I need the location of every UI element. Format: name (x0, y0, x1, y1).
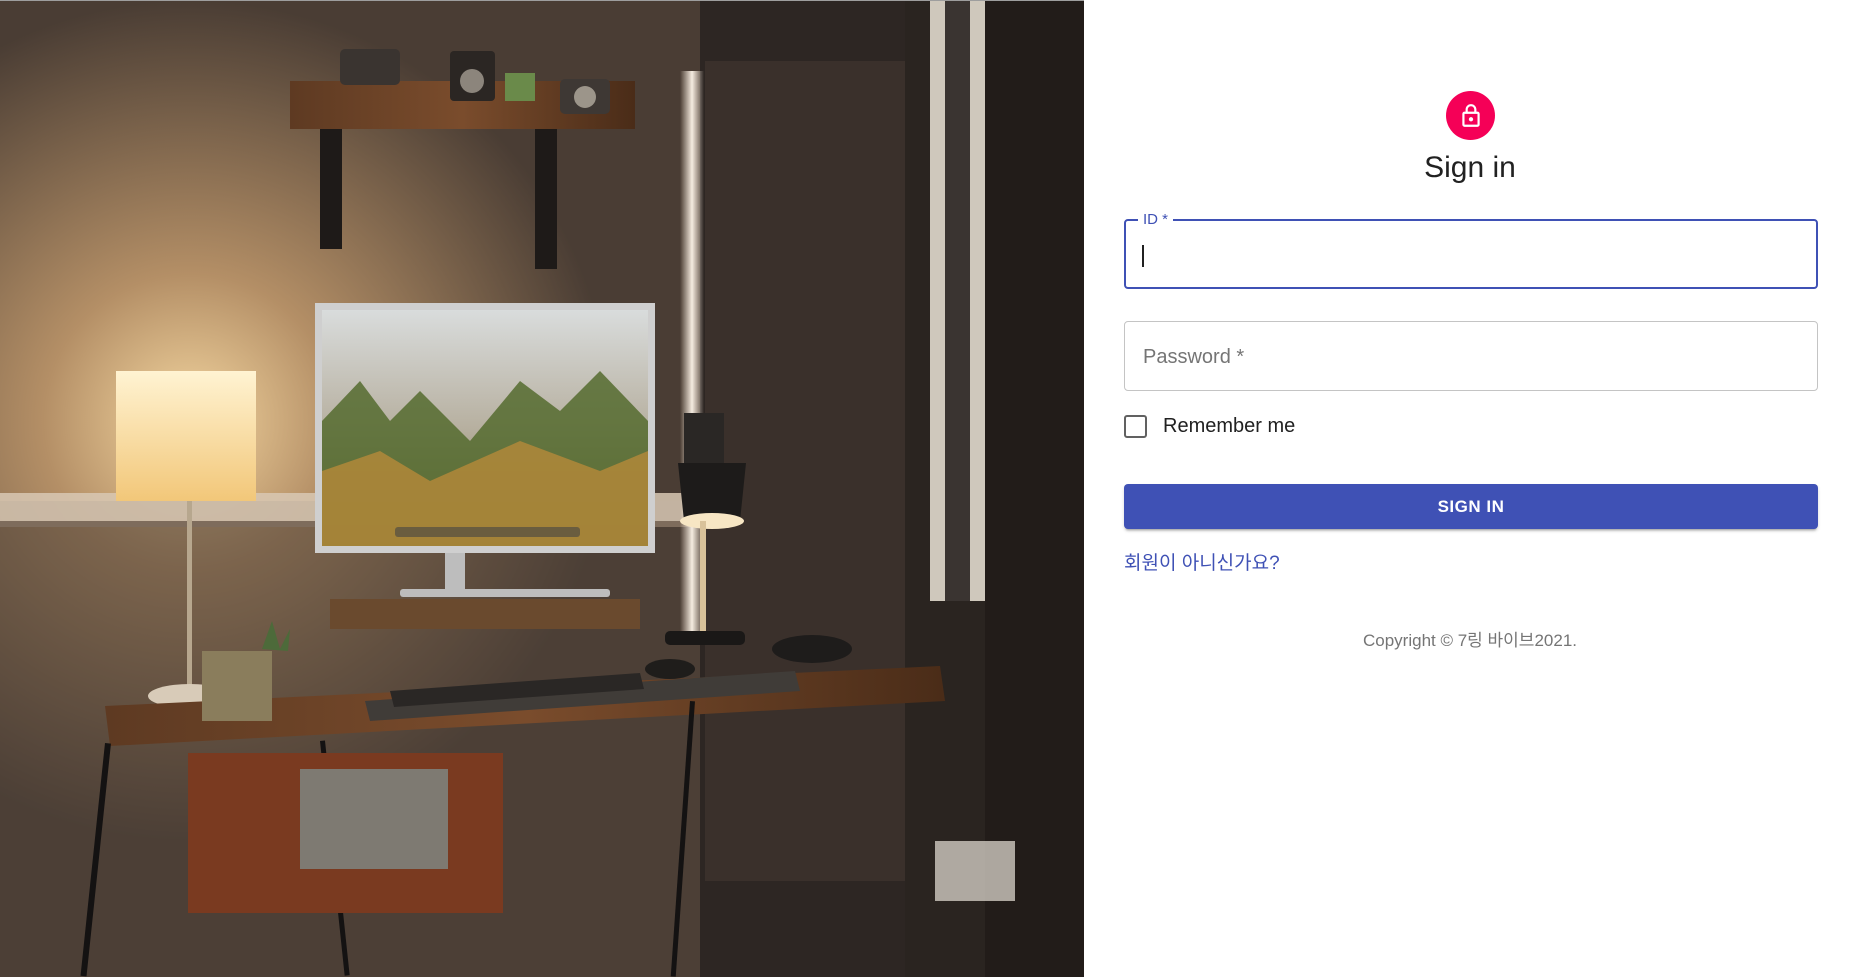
copyright-text: Copyright © 7링 바이브2021. (1362, 631, 1577, 650)
page-title: Sign in (1424, 151, 1516, 184)
remember-me-control[interactable]: Remember me (1124, 412, 1295, 440)
text-cursor (1142, 245, 1144, 267)
id-field[interactable]: ID * (1124, 211, 1818, 289)
remember-me-checkbox[interactable] (1124, 414, 1147, 438)
lock-avatar (1446, 91, 1495, 140)
background-photo (0, 1, 1084, 977)
lock-icon (1461, 103, 1480, 127)
sign-in-button[interactable]: SIGN IN (1124, 484, 1818, 529)
signup-link[interactable]: 회원이 아니신가요? (1124, 548, 1280, 575)
signin-panel: Sign in ID * Password * Remember me SIGN… (1084, 0, 1856, 977)
password-field[interactable]: Password * (1124, 321, 1818, 391)
remember-me-label: Remember me (1163, 414, 1296, 437)
password-input[interactable] (1125, 322, 1817, 390)
id-input[interactable] (1126, 221, 1816, 287)
